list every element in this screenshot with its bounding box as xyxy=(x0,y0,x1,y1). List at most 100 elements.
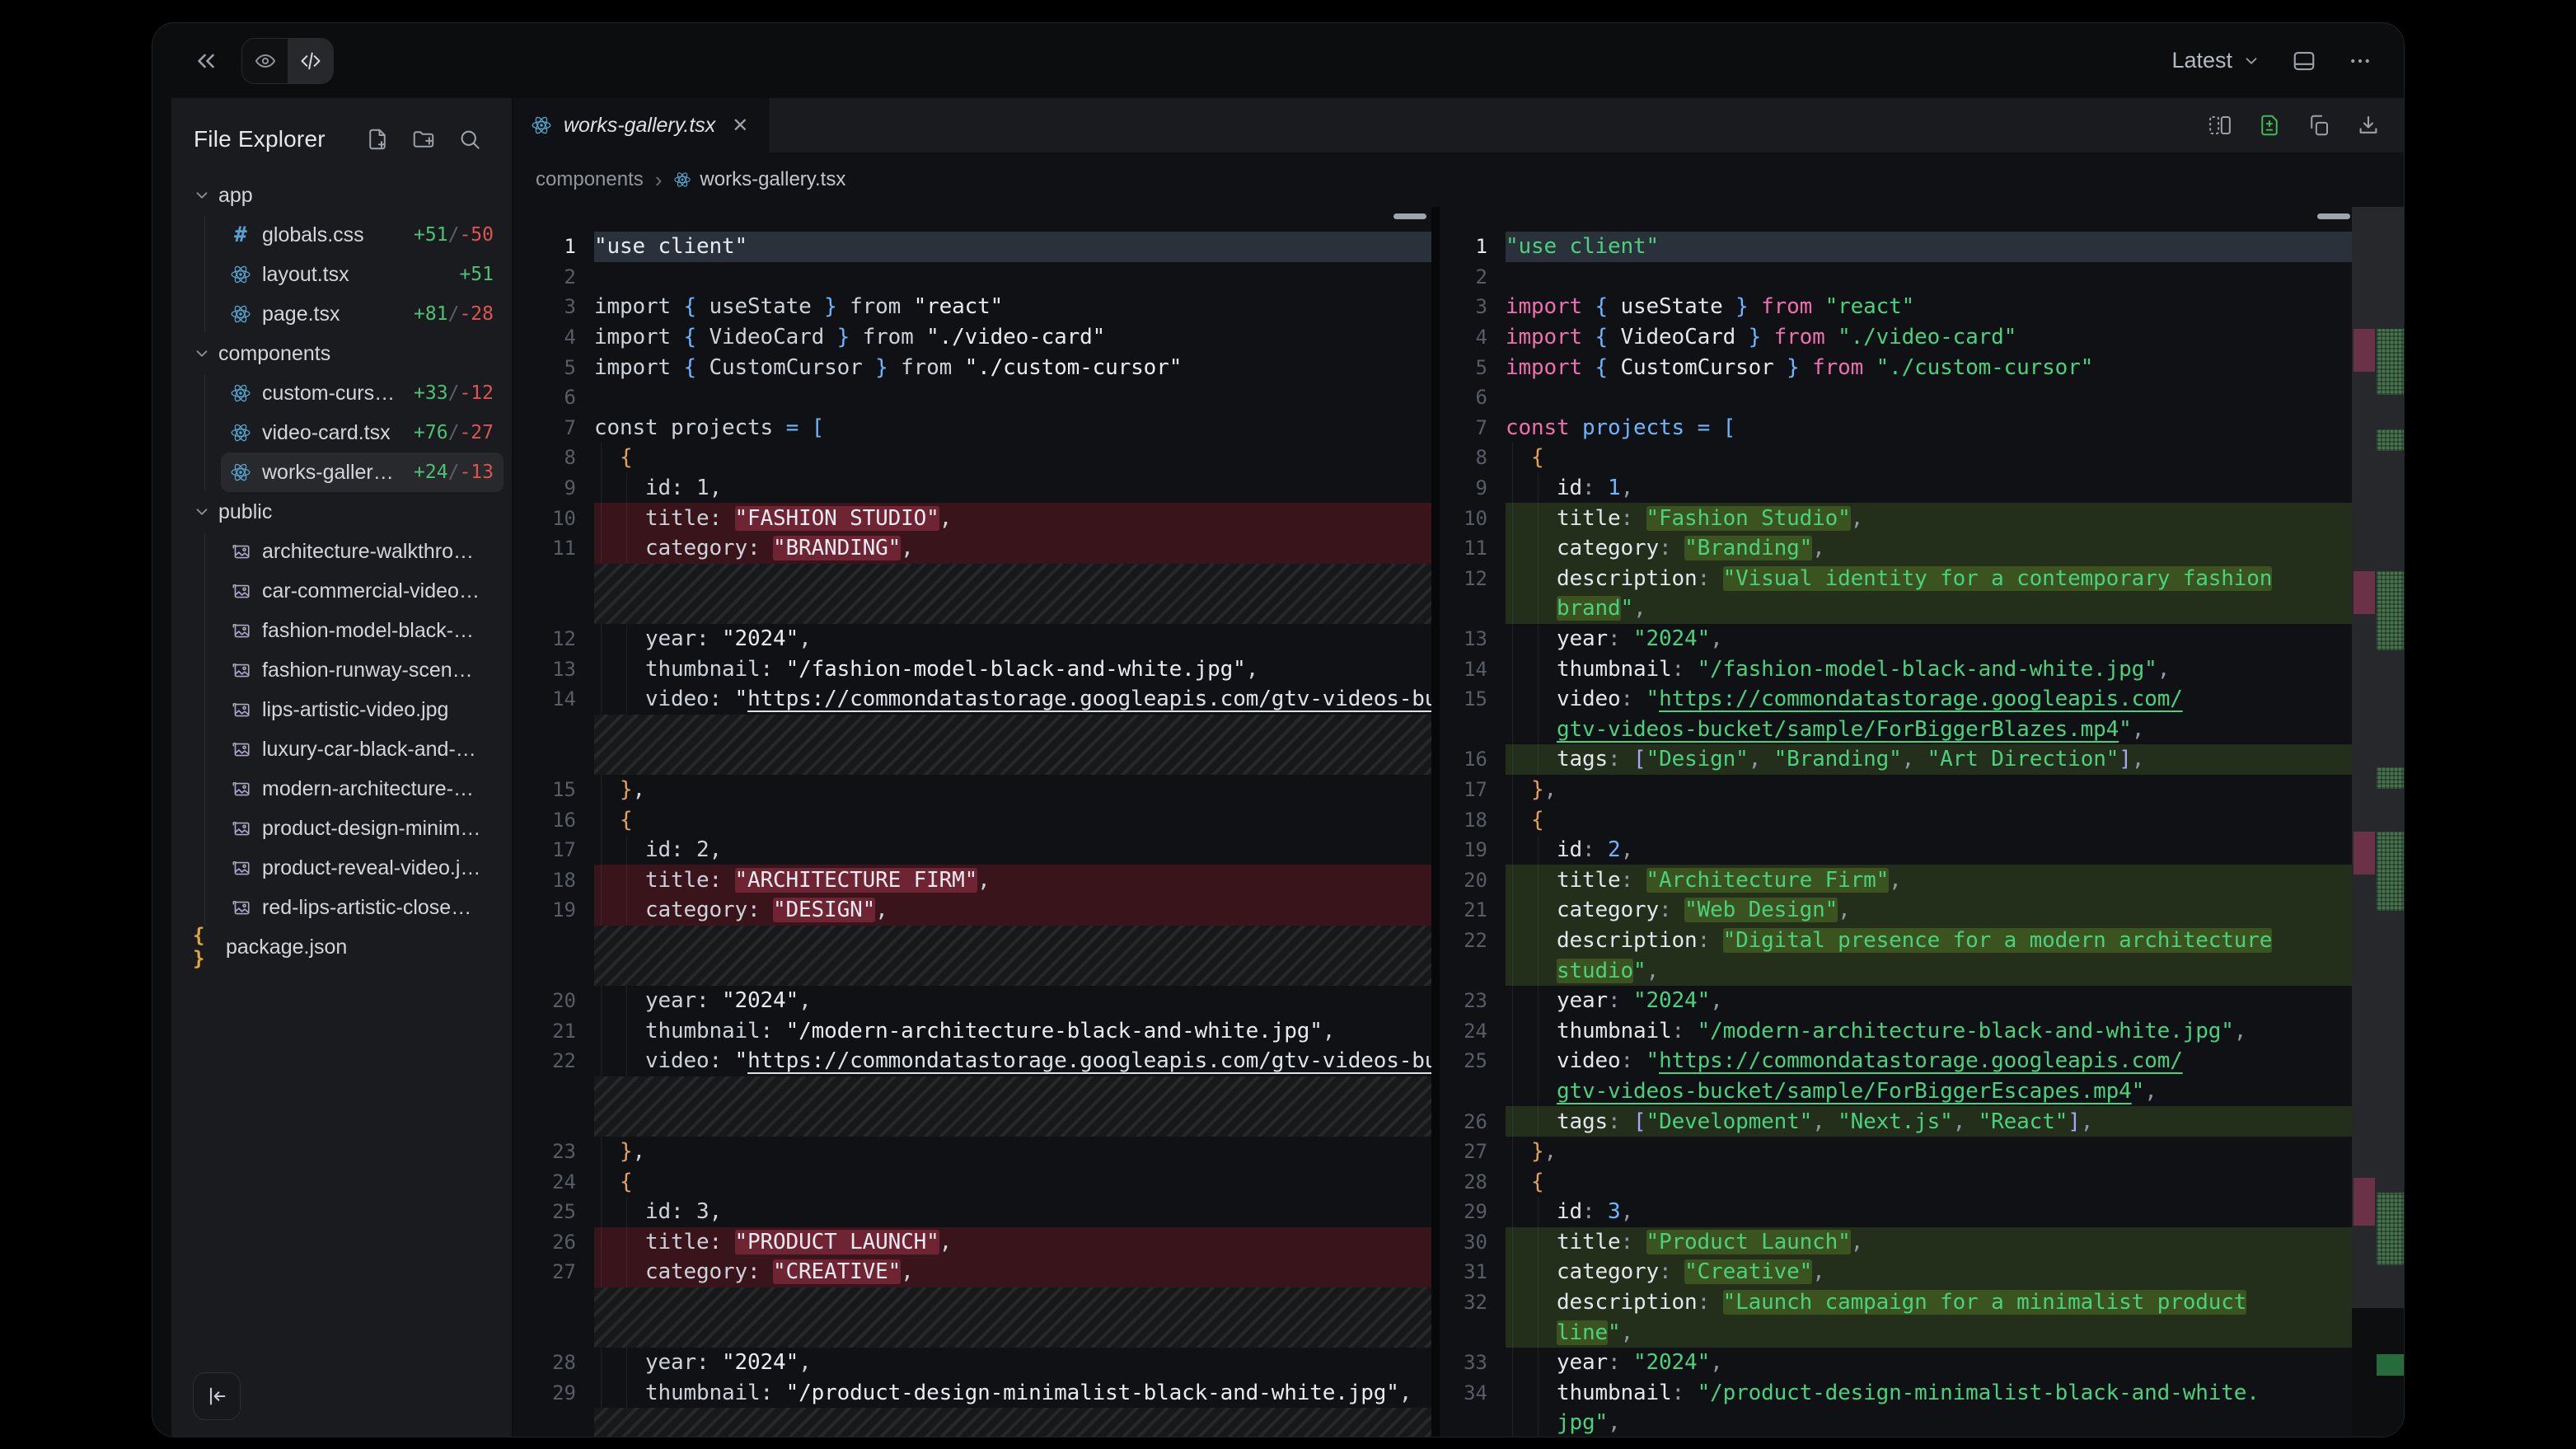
version-dropdown[interactable]: Latest xyxy=(2171,48,2260,73)
download-button[interactable] xyxy=(2356,113,2381,138)
file-tree-item-luxury-car-black-and-[interactable]: luxury-car-black-and-… xyxy=(221,729,503,769)
indent-guide xyxy=(1512,1197,1513,1227)
diff-overview-ruler[interactable] xyxy=(2352,207,2404,1437)
file-tree-item-package.json[interactable]: { }package.json xyxy=(185,927,503,967)
line-content: thumbnail: "/modern-architecture-black-a… xyxy=(594,1015,1431,1046)
code-line: gtv-videos-bucket/sample/ForBiggerEscape… xyxy=(1440,1076,2352,1107)
pane-divider[interactable] xyxy=(1431,207,1440,1437)
file-tree-item-layout.tsx[interactable]: layout.tsx+51 xyxy=(221,255,503,294)
code-view-toggle[interactable] xyxy=(288,39,333,83)
braces-icon: { } xyxy=(193,936,216,959)
view-toggle xyxy=(241,38,334,84)
file-tree-item-custom-curs-[interactable]: custom-curs…+33/-12 xyxy=(221,373,503,413)
file-name: page.tsx xyxy=(262,302,404,326)
react-file-icon xyxy=(673,171,691,189)
file-tree-item-fashion-runway-scen-[interactable]: fashion-runway-scen… xyxy=(221,650,503,690)
diff-ruler-mark-red xyxy=(2354,571,2375,614)
file-tree-item-modern-architecture-[interactable]: modern-architecture-… xyxy=(221,769,503,809)
new-file-button[interactable] xyxy=(365,127,390,152)
line-number: 2 xyxy=(1440,265,1506,288)
line-number: 17 xyxy=(1440,778,1506,801)
more-options-button[interactable] xyxy=(2348,49,2372,73)
collapse-sidebar-button[interactable] xyxy=(193,1372,241,1420)
line-content: category: "Web Design", xyxy=(1506,895,2352,926)
line-number: 10 xyxy=(1440,507,1506,530)
horizontal-scrollbar-thumb[interactable] xyxy=(1393,213,1426,219)
code-line: 34 thumbnail: "/product-design-minimalis… xyxy=(1440,1378,2352,1409)
copy-code-button[interactable] xyxy=(2307,113,2331,138)
line-number: 7 xyxy=(1440,416,1506,439)
file-tree-item-fashion-model-black-[interactable]: fashion-model-black-… xyxy=(221,611,503,650)
indent-guide xyxy=(1538,1227,1539,1258)
line-content: thumbnail: "/product-design-minimalist-b… xyxy=(594,1378,1431,1409)
indent-guide xyxy=(1512,1378,1513,1409)
line-number: 30 xyxy=(1440,1231,1506,1254)
indent-guide xyxy=(1512,593,1513,624)
breadcrumb-components[interactable]: components xyxy=(536,168,644,191)
code-line: 8 { xyxy=(513,443,1431,473)
folder-row-app[interactable]: app xyxy=(185,176,503,215)
line-number: 12 xyxy=(1440,567,1506,590)
line-number: 5 xyxy=(513,356,594,379)
new-folder-button[interactable] xyxy=(411,127,436,152)
line-number: 33 xyxy=(1440,1351,1506,1374)
line-number: 3 xyxy=(513,295,594,318)
file-tree-item-red-lips-artistic-close-[interactable]: red-lips-artistic-close… xyxy=(221,888,503,927)
search-files-button[interactable] xyxy=(457,127,482,152)
copy-icon xyxy=(2307,113,2331,138)
indent-guide xyxy=(601,1166,602,1197)
file-tree-item-car-commercial-video-[interactable]: car-commercial-video… xyxy=(221,571,503,611)
close-tab-icon[interactable]: ✕ xyxy=(732,114,748,138)
code-line: 11 category: "BRANDING", xyxy=(513,533,1431,564)
indent-guide xyxy=(1538,744,1539,775)
diff-view-button[interactable] xyxy=(2257,113,2282,138)
line-number: 24 xyxy=(513,1170,594,1193)
line-content: video: "https://commondatastorage.google… xyxy=(1506,684,2352,715)
folder-row-components[interactable]: components xyxy=(185,334,503,373)
file-explorer-title: File Explorer xyxy=(194,126,326,152)
diff-pane-old: 1"use client"23import { useState } from … xyxy=(513,207,1431,1437)
line-content: thumbnail: "/fashion-model-black-and-whi… xyxy=(594,654,1431,684)
line-number: 29 xyxy=(1440,1200,1506,1223)
panel-layout-button[interactable] xyxy=(2292,49,2316,73)
indent-guide xyxy=(1512,1257,1513,1287)
indent-guide xyxy=(1512,865,1513,895)
tab-works-gallery[interactable]: works-gallery.tsx ✕ xyxy=(513,98,770,152)
indent-guide xyxy=(1512,926,1513,956)
line-content: title: "ARCHITECTURE FIRM", xyxy=(594,865,1431,895)
line-number: 29 xyxy=(513,1381,594,1404)
folder-row-public[interactable]: public xyxy=(185,492,503,532)
line-content: "use client" xyxy=(1506,232,2352,262)
file-tree-item-lips-artistic-video.jpg[interactable]: lips-artistic-video.jpg xyxy=(221,690,503,729)
indent-guide xyxy=(626,1046,627,1076)
file-diff-icon xyxy=(2257,113,2282,138)
file-tree-item-globals.css[interactable]: #globals.css+51/-50 xyxy=(221,215,503,255)
indent-guide xyxy=(1512,715,1513,745)
line-content: { xyxy=(1506,804,2352,835)
file-tree-item-works-galler-[interactable]: works-galler…+24/-13 xyxy=(221,453,503,492)
file-tree-item-architecture-walkthro-[interactable]: architecture-walkthro… xyxy=(221,532,503,571)
react-icon xyxy=(229,461,252,484)
preview-eye-toggle[interactable] xyxy=(242,39,288,83)
split-view-button[interactable] xyxy=(2208,113,2232,138)
file-tree-item-product-reveal-video.j-[interactable]: product-reveal-video.j… xyxy=(221,848,503,888)
line-number: 8 xyxy=(513,446,594,469)
file-tree-item-page.tsx[interactable]: page.tsx+81/-28 xyxy=(221,294,503,334)
horizontal-scrollbar-thumb[interactable] xyxy=(2317,213,2350,219)
collapse-panel-button[interactable] xyxy=(192,47,220,75)
code-line: 8 { xyxy=(1440,443,2352,473)
line-content: import { CustomCursor } from "./custom-c… xyxy=(1506,352,2352,382)
line-content: const projects = [ xyxy=(1506,413,2352,443)
code-line: 4import { VideoCard } from "./video-card… xyxy=(1440,322,2352,353)
line-number: 5 xyxy=(1440,356,1506,379)
line-number: 3 xyxy=(1440,295,1506,318)
line-number: 15 xyxy=(1440,687,1506,710)
code-line: 14 thumbnail: "/fashion-model-black-and-… xyxy=(1440,654,2352,684)
file-tree-item-video-card.tsx[interactable]: video-card.tsx+76/-27 xyxy=(221,413,503,453)
code-line: 21 thumbnail: "/modern-architecture-blac… xyxy=(513,1015,1431,1046)
file-tree-item-product-design-minim-[interactable]: product-design-minim… xyxy=(221,809,503,848)
indent-guide xyxy=(626,1015,627,1046)
indent-guide xyxy=(1538,593,1539,624)
indent-guide xyxy=(1538,1317,1539,1348)
diff-ruler-mark-green xyxy=(2377,832,2404,911)
